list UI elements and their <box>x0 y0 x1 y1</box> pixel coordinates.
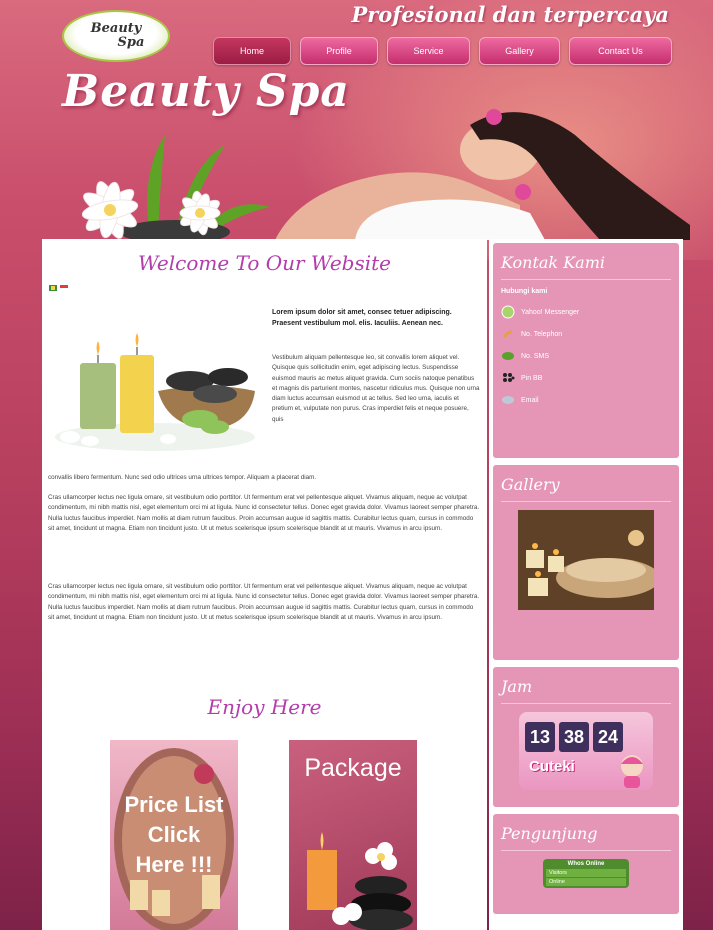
price-list-line2: Click <box>147 822 201 847</box>
main-content: Welcome To Our Website Lorem ipsum dolor… <box>42 239 487 930</box>
logo[interactable]: Beauty Spa <box>62 10 170 62</box>
contact-label: Pin BB <box>521 374 543 382</box>
contact-phone[interactable]: No. Telephon <box>501 327 671 341</box>
visitors-row: Online <box>546 878 626 886</box>
clock-title: Jam <box>501 677 671 704</box>
flag-icon[interactable] <box>60 285 68 291</box>
visitors-title: Pengunjung <box>501 824 671 851</box>
welcome-title: Welcome To Our Website <box>137 251 392 275</box>
clock-widget: 13 38 24 Cuteki <box>519 712 653 790</box>
contact-email[interactable]: Email <box>501 393 671 407</box>
hero-illustration <box>81 109 690 244</box>
sms-icon <box>502 352 514 360</box>
email-icon <box>502 396 514 404</box>
paragraph-2: Cras ullamcorper lectus nec ligula ornar… <box>48 494 480 532</box>
contact-title: Kontak Kami <box>501 253 671 280</box>
main-nav: Home Profile Service Gallery Contact Us <box>213 37 672 65</box>
contact-label: No. Telephon <box>521 330 563 338</box>
nav-profile[interactable]: Profile <box>300 37 378 65</box>
enjoy-title: Enjoy Here <box>207 695 322 719</box>
paragraph-1-cont: convallis libero fermentum. Nunc sed odi… <box>48 474 317 481</box>
blackberry-icon <box>503 373 515 382</box>
candles-image <box>55 333 255 451</box>
package-art <box>307 832 413 930</box>
contact-sms[interactable]: No. SMS <box>501 349 671 363</box>
visitors-header: Whos Online <box>567 861 605 867</box>
clock-minutes: 38 <box>559 722 589 752</box>
language-switcher[interactable] <box>49 285 68 291</box>
sidebar: Kontak Kami Hubungi kami Yahoo! Messenge… <box>489 239 683 930</box>
clock-seconds: 24 <box>593 722 623 752</box>
contact-label: Email <box>521 396 539 404</box>
visitors-panel: Pengunjung Whos Online Visitors Online <box>493 814 679 914</box>
nav-home[interactable]: Home <box>213 37 291 65</box>
gallery-panel: Gallery <box>493 465 679 660</box>
mascot-icon <box>621 755 643 788</box>
visitors-row: Visitors <box>546 869 626 877</box>
contact-label: Yahoo! Messenger <box>521 308 580 316</box>
price-list-banner[interactable]: Price List Click Here !!! <box>110 740 238 930</box>
package-label: Package <box>304 754 402 782</box>
tagline: Profesional dan terpercaya <box>351 2 669 27</box>
gallery-title: Gallery <box>501 475 671 502</box>
clock-digits: 13 38 24 <box>525 722 623 752</box>
logo-line1: Beauty <box>90 21 142 36</box>
price-list-line3: Here !!! <box>135 852 213 877</box>
contact-label: No. SMS <box>521 352 550 360</box>
intro-lead: Lorem ipsum dolor sit amet, consec tetue… <box>272 309 452 327</box>
phone-icon <box>503 330 513 338</box>
contact-messenger[interactable]: Yahoo! Messenger <box>501 305 671 319</box>
clock-panel: Jam 13 38 24 Cuteki <box>493 667 679 807</box>
nav-gallery[interactable]: Gallery <box>479 37 560 65</box>
gallery-image[interactable] <box>518 510 660 610</box>
flag-icon[interactable] <box>49 285 57 291</box>
contact-panel: Kontak Kami Hubungi kami Yahoo! Messenge… <box>493 243 679 458</box>
logo-line2: Spa <box>117 35 145 50</box>
nav-service[interactable]: Service <box>387 37 470 65</box>
clock-hours: 13 <box>525 722 555 752</box>
contact-blackberry[interactable]: Pin BB <box>501 371 671 385</box>
messenger-icon <box>501 305 515 319</box>
contact-heading: Hubungi kami <box>501 288 548 295</box>
visitors-widget[interactable]: Whos Online Visitors Online <box>543 859 629 888</box>
package-banner[interactable]: Package <box>289 740 417 930</box>
paragraph-1: Vestibulum aliquam pellentesque leo, sit… <box>272 354 480 423</box>
nav-contact-us[interactable]: Contact Us <box>569 37 672 65</box>
price-list-line1: Price List <box>124 792 224 817</box>
paragraph-3: Cras ullamcorper lectus nec ligula ornar… <box>48 583 480 621</box>
clock-brand: Cuteki <box>529 758 575 775</box>
